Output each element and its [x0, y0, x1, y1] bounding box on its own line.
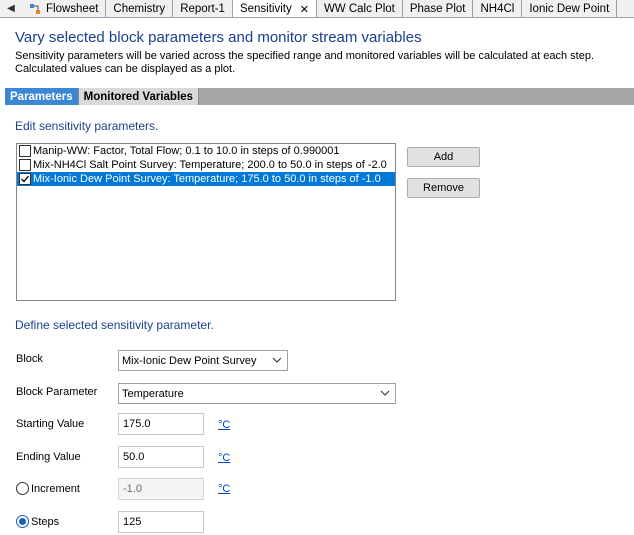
- page-title: Vary selected block parameters and monit…: [15, 29, 422, 46]
- increment-input: [118, 478, 204, 500]
- block-select-value: Mix-Ionic Dew Point Survey: [122, 354, 257, 367]
- tab-flowsheet[interactable]: Flowsheet: [22, 0, 107, 17]
- list-item[interactable]: Mix-Ionic Dew Point Survey: Temperature;…: [17, 172, 395, 186]
- description-line: Calculated values can be displayed as a …: [15, 63, 236, 75]
- description-line: Sensitivity parameters will be varied ac…: [15, 50, 595, 62]
- tab-ww-calc-plot[interactable]: WW Calc Plot: [316, 0, 403, 17]
- add-button[interactable]: Add: [407, 147, 480, 167]
- chevron-down-icon: [380, 390, 390, 396]
- tab-report-1[interactable]: Report-1: [173, 0, 233, 17]
- tab-label: Chemistry: [113, 2, 166, 15]
- tab-label: Flowsheet: [46, 2, 99, 15]
- tab-nh4cl[interactable]: NH4Cl: [473, 0, 523, 17]
- sensitivity-parameter-list[interactable]: Manip-WW: Factor, Total Flow; 0.1 to 10.…: [16, 143, 396, 301]
- tab-ionic-dew-point[interactable]: Ionic Dew Point: [522, 0, 618, 17]
- steps-label: Steps: [31, 516, 60, 528]
- edit-section-heading: Edit sensitivity parameters.: [15, 119, 159, 133]
- steps-input[interactable]: [118, 511, 204, 533]
- increment-unit-link[interactable]: °C: [218, 483, 230, 495]
- ending-value-unit-link[interactable]: °C: [218, 452, 230, 464]
- block-parameter-select-value: Temperature: [122, 387, 184, 400]
- block-select[interactable]: Mix-Ionic Dew Point Survey: [118, 350, 288, 371]
- block-label: Block: [16, 353, 43, 365]
- block-parameter-select[interactable]: Temperature: [118, 383, 396, 404]
- tab-sensitivity[interactable]: Sensitivity ✕: [232, 0, 317, 17]
- list-item[interactable]: Mix-NH4Cl Salt Point Survey: Temperature…: [17, 158, 395, 172]
- tab-chemistry[interactable]: Chemistry: [106, 0, 174, 17]
- item-checkbox[interactable]: [19, 145, 31, 157]
- checkmark-icon: [21, 175, 30, 183]
- tab-label: NH4Cl: [480, 2, 515, 15]
- tab-phase-plot[interactable]: Phase Plot: [402, 0, 474, 17]
- close-icon[interactable]: ✕: [300, 3, 309, 16]
- page-description: Sensitivity parameters will be varied ac…: [15, 50, 625, 76]
- starting-value-input[interactable]: [118, 413, 204, 435]
- flowsheet-icon: [29, 3, 41, 15]
- tab-label: Ionic Dew Point: [529, 2, 610, 15]
- tab-monitored-variables[interactable]: Monitored Variables: [78, 88, 199, 105]
- list-item[interactable]: Manip-WW: Factor, Total Flow; 0.1 to 10.…: [17, 144, 395, 158]
- tab-label: Phase Plot: [409, 2, 466, 15]
- steps-radio[interactable]: [16, 515, 29, 528]
- increment-label: Increment: [31, 483, 80, 495]
- list-item-text: Manip-WW: Factor, Total Flow; 0.1 to 10.…: [33, 145, 340, 157]
- subtab-bar: Parameters Monitored Variables: [5, 88, 634, 105]
- item-checkbox[interactable]: [19, 159, 31, 171]
- remove-button[interactable]: Remove: [407, 178, 480, 198]
- tab-label: WW Calc Plot: [323, 2, 395, 15]
- starting-value-label: Starting Value: [16, 418, 85, 430]
- tab-scroll-left-icon[interactable]: ◀: [0, 0, 22, 17]
- increment-radio[interactable]: [16, 482, 29, 495]
- ending-value-input[interactable]: [118, 446, 204, 468]
- tab-label: Report-1: [180, 2, 225, 15]
- item-checkbox[interactable]: [19, 173, 31, 185]
- ending-value-label: Ending Value: [16, 451, 81, 463]
- chevron-down-icon: [272, 357, 282, 363]
- starting-value-unit-link[interactable]: °C: [218, 419, 230, 431]
- define-section-heading: Define selected sensitivity parameter.: [15, 318, 214, 332]
- block-parameter-label: Block Parameter: [16, 386, 98, 398]
- list-item-text: Mix-Ionic Dew Point Survey: Temperature;…: [33, 173, 381, 185]
- document-tab-bar: ◀ Flowsheet Chemistry Report-1 Sensitivi…: [0, 0, 634, 18]
- tab-label: Sensitivity: [239, 3, 292, 15]
- list-item-text: Mix-NH4Cl Salt Point Survey: Temperature…: [33, 159, 387, 171]
- tab-parameters[interactable]: Parameters: [5, 88, 79, 105]
